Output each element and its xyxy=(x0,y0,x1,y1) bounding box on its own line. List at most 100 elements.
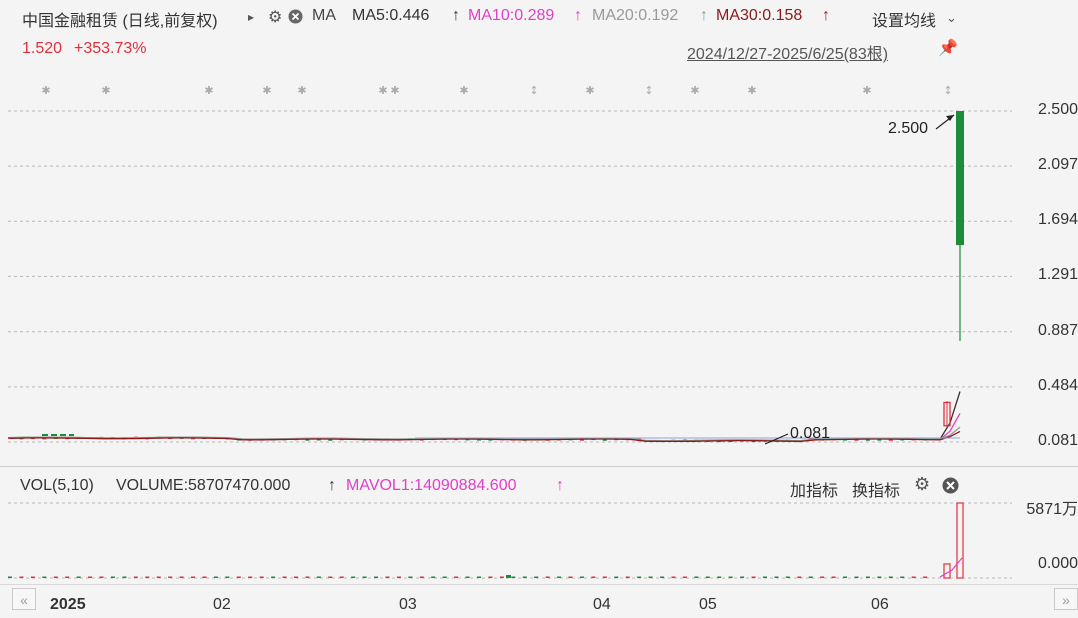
volume-bar xyxy=(534,576,539,578)
switch-indicator-button[interactable]: 换指标 xyxy=(852,477,900,501)
volume-bar xyxy=(442,576,447,578)
high-price-label: 2.500 xyxy=(888,120,928,137)
volume-bar xyxy=(88,576,93,578)
indicator-close-icon[interactable] xyxy=(942,477,959,499)
volume-bar xyxy=(351,576,356,578)
volume-bar xyxy=(717,576,722,578)
volume-bar xyxy=(179,576,184,578)
event-marker-icon: ↕ xyxy=(529,84,538,97)
x-tick-label: 02 xyxy=(213,596,231,613)
event-marker-icon: ✱ xyxy=(862,84,871,97)
price-tick-label: 0.081 xyxy=(1037,432,1078,449)
volume-bar xyxy=(831,576,836,578)
volume-bar xyxy=(76,576,81,578)
volume-bar xyxy=(625,576,630,578)
panel-divider[interactable] xyxy=(0,466,1078,467)
event-marker-icon: ✱ xyxy=(41,84,50,97)
price-tick-label: 2.500 xyxy=(1037,101,1078,118)
x-tick-label: 04 xyxy=(593,596,611,613)
volume-bar xyxy=(557,576,562,578)
event-marker-icon: ✱ xyxy=(297,84,306,97)
price-tick-label: 0.887 xyxy=(1037,321,1078,339)
volume-bar xyxy=(648,576,653,578)
volume-bar xyxy=(454,576,459,578)
price-grid xyxy=(8,110,1012,579)
volume-bar xyxy=(911,576,916,578)
volume-bar xyxy=(225,576,230,578)
volume-bar xyxy=(168,576,173,578)
event-marker-icon: ↕ xyxy=(943,84,952,97)
volume-bar xyxy=(385,576,390,578)
volume-bar xyxy=(591,576,596,578)
kline-chart[interactable]: ✱ ✱ ✱ ✱ ✱ ✱ ✱ ✱ ↕ ✱ ↕ ✱ ✱ ✱ ↕ 2.5000.081 xyxy=(0,0,1078,618)
volume-bar xyxy=(943,563,951,579)
volume-bar xyxy=(431,576,436,578)
volume-bar xyxy=(785,576,790,578)
volume-bar xyxy=(408,576,413,578)
volume-bar xyxy=(236,576,241,578)
vol-ytick-bottom: 0.000 xyxy=(1037,555,1078,572)
volume-bar xyxy=(740,576,745,578)
volume-bar xyxy=(316,576,321,578)
volume-bar xyxy=(259,576,264,578)
volume-bar xyxy=(99,576,104,578)
event-marker-icon: ✱ xyxy=(747,84,756,97)
volume-bar xyxy=(602,576,607,578)
volume-bar xyxy=(877,576,882,578)
volume-bar xyxy=(213,576,218,578)
event-marker-icon: ✱ xyxy=(690,84,699,97)
axis-divider xyxy=(0,584,1078,585)
x-tick-label: 03 xyxy=(399,596,417,613)
scroll-left-button[interactable]: « xyxy=(12,588,36,610)
volume-bar xyxy=(808,576,813,578)
volume-bar xyxy=(797,576,802,578)
volume-bar xyxy=(282,576,287,578)
volume-bar xyxy=(728,576,733,578)
volume-bar xyxy=(774,576,779,578)
mavol-line xyxy=(939,557,963,578)
event-marker-icon: ✱ xyxy=(390,84,399,97)
event-marker-icon: ↕ xyxy=(644,84,653,97)
volume-bar xyxy=(110,576,115,578)
vol-ytick-top: 5871万 xyxy=(1026,501,1078,518)
volume-bar xyxy=(271,576,276,578)
price-tick-label: 1.291 xyxy=(1037,266,1078,284)
volume-bar xyxy=(488,576,493,578)
volume-bar xyxy=(30,576,35,578)
volume-bar xyxy=(42,576,47,578)
price-tick-label: 2.097 xyxy=(1037,156,1078,174)
volume-bar xyxy=(465,576,470,578)
volume-bar xyxy=(419,576,424,578)
volume-bar xyxy=(682,576,687,578)
volume-bar xyxy=(705,576,710,578)
volume-bar xyxy=(900,576,905,578)
volume-bar xyxy=(522,576,527,578)
volume-bar xyxy=(511,576,516,578)
volume-bar xyxy=(339,576,344,578)
event-marker-icon: ✱ xyxy=(101,84,110,97)
x-tick-label: 06 xyxy=(871,596,889,613)
volume-bar xyxy=(762,576,767,578)
indicator-gear-icon[interactable]: ⚙ xyxy=(914,474,930,495)
volume-bar xyxy=(156,576,161,578)
volume-bar xyxy=(145,576,150,578)
volume-bar xyxy=(122,576,127,578)
volume-bar xyxy=(506,575,511,578)
volume-bar xyxy=(499,576,504,578)
volume-bar xyxy=(248,576,253,578)
volume-bar xyxy=(545,576,550,578)
volume-bar xyxy=(820,576,825,578)
mavol-value: MAVOL1:14090884.600 xyxy=(346,477,517,494)
volume-bar xyxy=(328,576,333,578)
volume-bar xyxy=(133,576,138,578)
candle xyxy=(956,111,964,246)
volume-bar xyxy=(305,576,310,578)
scroll-right-button[interactable]: » xyxy=(1054,588,1078,610)
volume-bar xyxy=(374,576,379,578)
volume-bar xyxy=(8,576,12,578)
volume-value: VOLUME:58707470.000 xyxy=(116,477,291,494)
price-tick-label: 0.484 xyxy=(1037,376,1078,394)
volume-up-arrow-icon: ↑ xyxy=(328,477,336,494)
add-indicator-button[interactable]: 加指标 xyxy=(790,477,838,501)
mavol-up-arrow-icon: ↑ xyxy=(556,477,564,494)
